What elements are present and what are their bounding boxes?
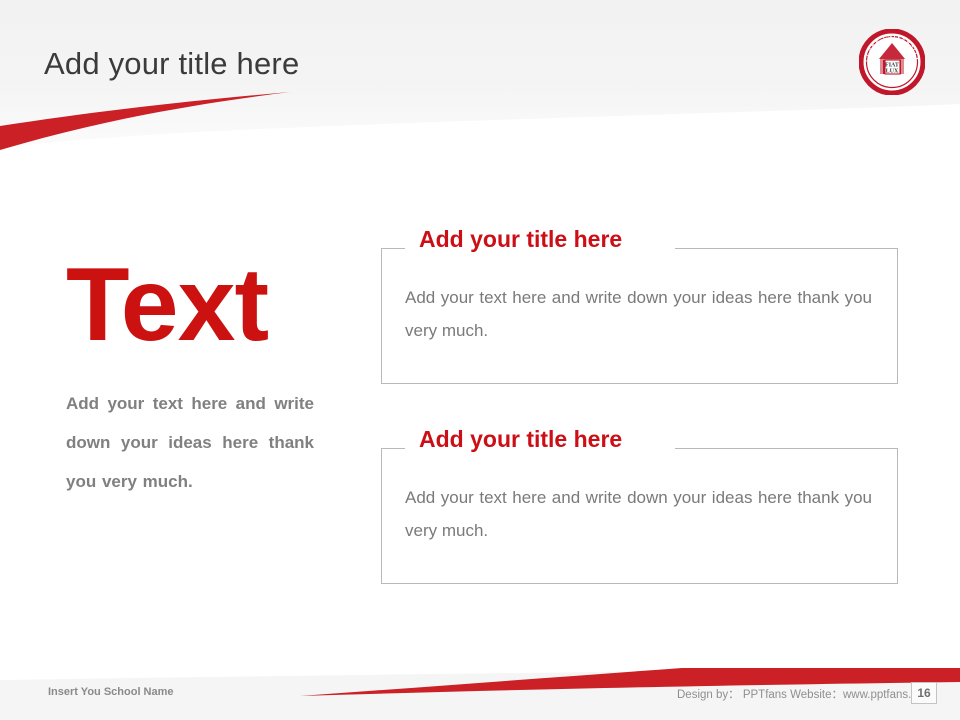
- content-box-2[interactable]: Add your title here Add your text here a…: [381, 426, 898, 584]
- page-title: Add your title here: [44, 46, 300, 81]
- footer-credit: Design by： PPTfans Website：www.pptfans.c…: [677, 689, 924, 701]
- content-box-2-title: Add your title here: [413, 426, 629, 453]
- slide-number-badge: 16: [911, 682, 937, 704]
- left-headline: Text: [66, 247, 269, 363]
- content-box-1-title: Add your title here: [413, 226, 629, 253]
- footer-school-name: Insert You School Name: [48, 686, 174, 698]
- content-box-2-body: Add your text here and write down your i…: [405, 488, 872, 541]
- content-box-1-body: Add your text here and write down your i…: [405, 288, 872, 341]
- svg-text:LUX: LUX: [886, 69, 899, 75]
- clark-university-seal-logo: FIAT LUX CLARK UNIVERSITY MDCCCLXXXVII: [858, 28, 926, 96]
- left-body-text: Add your text here and write down your i…: [66, 394, 314, 491]
- left-content-column: Text Add your text here and write down y…: [66, 253, 331, 501]
- content-box-1[interactable]: Add your title here Add your text here a…: [381, 226, 898, 384]
- slide-canvas: Add your title here FIAT LUX CLARK UNIVE…: [0, 0, 960, 720]
